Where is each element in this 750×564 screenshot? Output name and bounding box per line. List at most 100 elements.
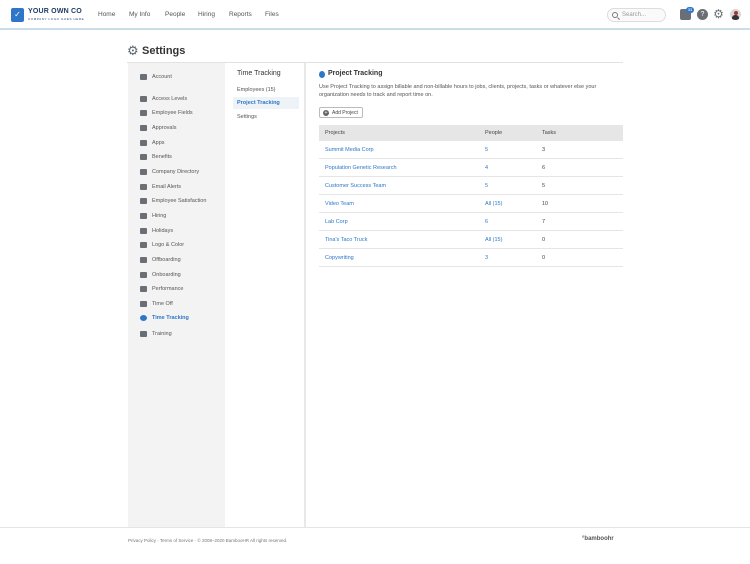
plus-icon: +: [323, 109, 329, 116]
sidebar-item-label: Hiring: [152, 213, 167, 219]
sidebar-item-employee-fields[interactable]: Employee Fields: [140, 108, 193, 118]
nav-reports[interactable]: Reports: [229, 11, 252, 18]
sidebar-item-holidays[interactable]: Holidays: [140, 226, 173, 236]
project-tasks-count: 6: [542, 165, 546, 171]
footer-links[interactable]: Privacy Policy · Terms of Service · © 20…: [128, 538, 287, 543]
project-people-link[interactable]: All (15): [485, 237, 502, 243]
offboarding-icon: [140, 257, 147, 263]
sidebar-item-label: Account: [152, 74, 172, 80]
project-tasks-count: 10: [542, 201, 549, 207]
sidebar-item-logo-color[interactable]: Logo & Color: [140, 240, 184, 250]
calendar-icon: [140, 228, 147, 234]
sidebar-item-label: Onboarding: [152, 272, 181, 278]
project-name-link[interactable]: Customer Success Team: [325, 183, 386, 189]
settings-sidebar: Account Access Levels Employee Fields Appro…: [128, 63, 225, 527]
wrench-icon: [140, 74, 147, 80]
help-icon[interactable]: ?: [697, 9, 708, 20]
sidebar-item-label: Training: [152, 331, 172, 337]
project-name-link[interactable]: Lab Corp: [325, 219, 348, 225]
project-name-link[interactable]: Summit Media Corp: [325, 147, 374, 153]
table-row: Population Genetic Research 4 6: [319, 159, 623, 177]
sidebar-item-account[interactable]: Account: [140, 72, 172, 82]
sidebar-item-performance[interactable]: Performance: [140, 284, 184, 294]
project-tasks-count: 5: [542, 183, 546, 189]
table-row: Copywriting 3 0: [319, 249, 623, 267]
nav-home[interactable]: Home: [98, 11, 115, 18]
sidebar-item-label: Offboarding: [152, 257, 181, 263]
sidebar-item-benefits[interactable]: Benefits: [140, 152, 172, 162]
onboarding-icon: [140, 272, 147, 278]
nav-my-info[interactable]: My Info: [129, 11, 150, 18]
project-tasks-count: 7: [542, 219, 546, 225]
sidebar-item-hiring[interactable]: Hiring: [140, 211, 166, 221]
subnav-title: Time Tracking: [237, 70, 281, 77]
sidebar-item-label: Time Off: [152, 301, 173, 307]
project-name-link[interactable]: Video Team: [325, 201, 354, 207]
company-logo[interactable]: ✓ YOUR OWN CO COMPANY LOGO GOES HERE: [11, 8, 85, 22]
sidebar-item-apps[interactable]: Apps: [140, 138, 165, 148]
thumbs-up-icon: [140, 125, 147, 131]
sidebar-item-label: Holidays: [152, 228, 174, 234]
settings-gear-icon[interactable]: ⚙: [713, 8, 724, 20]
sidebar-item-email-alerts[interactable]: Email Alerts: [140, 182, 181, 192]
project-people-link[interactable]: 3: [485, 255, 488, 261]
graduation-icon: [140, 331, 147, 337]
page-title: Settings: [142, 45, 186, 57]
project-people-link[interactable]: 5: [485, 183, 488, 189]
search-input[interactable]: Search...: [607, 8, 666, 22]
sidebar-item-approvals[interactable]: Approvals: [140, 123, 176, 133]
avatar[interactable]: [730, 9, 741, 20]
header-tasks[interactable]: Tasks: [542, 130, 556, 136]
sidebar-item-time-off[interactable]: Time Off: [140, 299, 173, 309]
search-placeholder: Search...: [622, 12, 647, 18]
sidebar-item-employee-satisfaction[interactable]: Employee Satisfaction: [140, 196, 206, 206]
sidebar-item-time-tracking[interactable]: Time Tracking: [140, 313, 189, 323]
smile-icon: [140, 198, 147, 204]
project-people-link[interactable]: 4: [485, 165, 488, 171]
add-project-label: Add Project: [332, 109, 358, 116]
sidebar-item-label: Benefits: [152, 154, 172, 160]
logo-badge-icon: ✓: [11, 8, 24, 22]
project-name-link[interactable]: Tina's Taco Truck: [325, 237, 367, 243]
plane-icon: [140, 301, 147, 307]
add-project-button[interactable]: + Add Project: [319, 107, 363, 118]
subnav-item-employees-15[interactable]: Employees (15): [233, 84, 299, 96]
sidebar-item-label: Approvals: [152, 125, 177, 131]
fields-icon: [140, 110, 147, 116]
header-projects[interactable]: Projects: [325, 130, 345, 136]
sidebar-item-training[interactable]: Training: [140, 329, 172, 339]
project-name-link[interactable]: Population Genetic Research: [325, 165, 397, 171]
sidebar-item-label: Time Tracking: [152, 315, 189, 321]
project-people-link[interactable]: All (15): [485, 201, 502, 207]
sidebar-item-label: Employee Fields: [152, 110, 193, 116]
sidebar-item-label: Apps: [152, 140, 165, 146]
subnav-item-settings[interactable]: Settings: [233, 111, 299, 123]
logo-name: YOUR OWN CO: [28, 8, 82, 15]
section-title: Project Tracking: [328, 70, 383, 77]
performance-icon: [140, 286, 147, 292]
sidebar-item-offboarding[interactable]: Offboarding: [140, 255, 181, 265]
project-people-link[interactable]: 6: [485, 219, 488, 225]
table-row: Video Team All (15) 10: [319, 195, 623, 213]
table-row: Customer Success Team 5 5: [319, 177, 623, 195]
nav-hiring[interactable]: Hiring: [198, 11, 215, 18]
section-description: Use Project Tracking to assign billable …: [319, 84, 597, 98]
sidebar-item-access-levels[interactable]: Access Levels: [140, 94, 187, 104]
sidebar-item-label: Email Alerts: [152, 184, 182, 190]
table-row: Tina's Taco Truck All (15) 0: [319, 231, 623, 249]
bamboohr-logo: °bamboohr: [582, 536, 614, 542]
hiring-icon: [140, 213, 147, 219]
logo-tagline: COMPANY LOGO GOES HERE: [28, 17, 85, 21]
clock-icon: [319, 71, 325, 78]
nav-files[interactable]: Files: [265, 11, 279, 18]
directory-icon: [140, 169, 147, 175]
header-people[interactable]: People: [485, 130, 502, 136]
sidebar-item-label: Employee Satisfaction: [152, 198, 207, 204]
sidebar-item-onboarding[interactable]: Onboarding: [140, 270, 181, 280]
subnav-item-project-tracking[interactable]: Project Tracking: [233, 97, 299, 109]
sidebar-item-company-directory[interactable]: Company Directory: [140, 167, 199, 177]
project-people-link[interactable]: 5: [485, 147, 488, 153]
project-name-link[interactable]: Copywriting: [325, 255, 354, 261]
project-tasks-count: 3: [542, 147, 546, 153]
nav-people[interactable]: People: [165, 11, 185, 18]
